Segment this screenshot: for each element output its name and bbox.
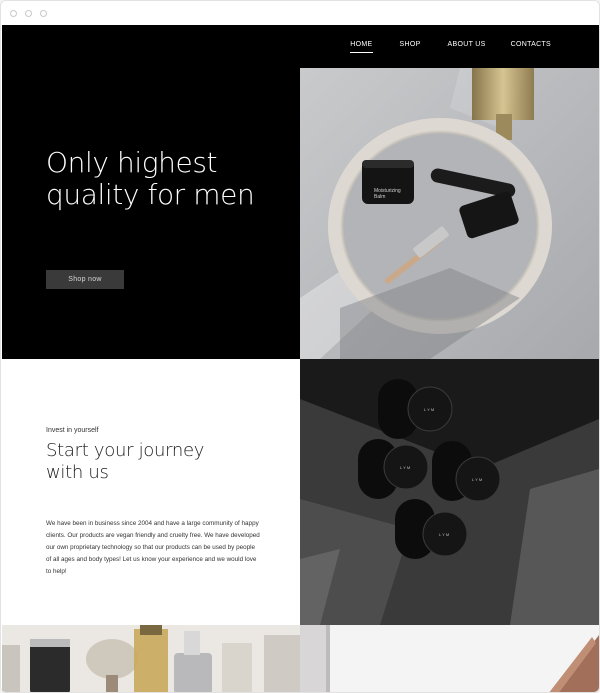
hero-title-line-1: Only highest <box>46 146 218 179</box>
nav-links: HOME SHOP ABOUT US CONTACTS <box>350 41 551 53</box>
top-navigation: HOME SHOP ABOUT US CONTACTS <box>2 25 599 68</box>
lifestyle-photo <box>300 625 599 692</box>
grooming-products-photo <box>2 625 300 692</box>
browser-window: HOME SHOP ABOUT US CONTACTS Only highest… <box>0 0 600 693</box>
website: HOME SHOP ABOUT US CONTACTS Only highest… <box>2 25 599 692</box>
hero-title-line-2: quality for men <box>46 178 255 211</box>
cap-brand-3: L Y M <box>472 477 482 482</box>
cap-brand-1: L Y M <box>424 407 434 412</box>
product-caps-photo: L Y M L Y M L Y M L Y M <box>300 359 599 625</box>
hero-product-illustration: Moisturizing Balm <box>300 68 599 359</box>
nav-about-link[interactable]: ABOUT US <box>448 41 486 51</box>
window-close-dot[interactable] <box>10 9 17 17</box>
svg-text:Balm: Balm <box>374 194 385 200</box>
window-titlebar <box>1 1 599 25</box>
cap-brand-4: L Y M <box>439 532 449 537</box>
nav-contacts-link[interactable]: CONTACTS <box>511 41 551 51</box>
hero-title: Only highest quality for men <box>46 147 286 211</box>
hero-product-photo: Moisturizing Balm <box>300 68 599 359</box>
nav-shop-link[interactable]: SHOP <box>400 41 421 51</box>
journey-body-text: We have been in business since 2004 and … <box>46 520 260 575</box>
journey-title: Start your journey with us <box>46 440 266 484</box>
journey-eyebrow: Invest in yourself <box>46 427 99 434</box>
nav-home-link[interactable]: HOME <box>350 41 373 53</box>
journey-title-line-2: with us <box>46 462 109 483</box>
window-minimize-dot[interactable] <box>25 9 32 17</box>
shop-now-button[interactable]: Shop now <box>46 270 124 289</box>
journey-section: Invest in yourself Start your journey wi… <box>2 359 300 625</box>
product-caps-illustration: L Y M L Y M L Y M L Y M <box>300 359 599 625</box>
hero-panel: Only highest quality for men Shop now <box>2 68 300 359</box>
grooming-products-illustration <box>2 625 300 692</box>
cap-brand-2: L Y M <box>400 465 410 470</box>
window-maximize-dot[interactable] <box>40 9 47 17</box>
lifestyle-illustration <box>300 625 599 692</box>
journey-title-line-1: Start your journey <box>46 440 205 461</box>
